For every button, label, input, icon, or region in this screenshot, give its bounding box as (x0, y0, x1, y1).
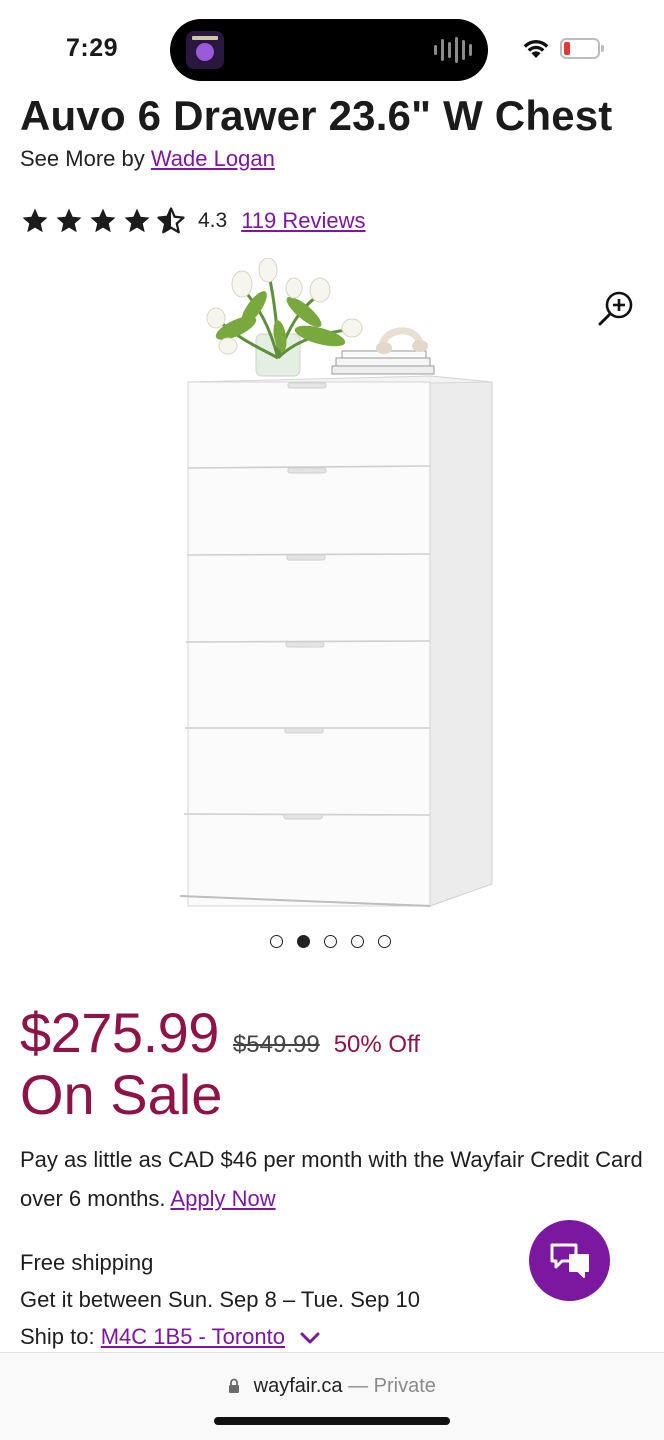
rating-value: 4.3 (198, 209, 228, 232)
now-playing-artwork (186, 31, 224, 69)
star-half-icon (157, 207, 185, 234)
original-price: $549.99 (232, 1031, 320, 1058)
status-time: 7:29 (66, 34, 119, 62)
ship-to-row: Ship to: M4C 1B5 - Toronto (20, 1318, 420, 1355)
zoom-in-icon[interactable] (596, 288, 636, 328)
chat-button[interactable] (529, 1220, 610, 1301)
carousel-dot[interactable] (378, 935, 391, 948)
free-shipping-label: Free shipping (20, 1250, 154, 1275)
on-sale-label: On Sale (20, 1063, 223, 1126)
browser-url-bar[interactable]: wayfair.ca — Private (0, 1352, 664, 1440)
carousel-dot-active[interactable] (297, 935, 310, 948)
status-bar: 7:29 (0, 0, 664, 96)
discount-label: 50% Off (333, 1031, 420, 1058)
star-rating (20, 206, 186, 236)
brand-link[interactable]: Wade Logan (151, 146, 275, 171)
url-domain: wayfair.ca (253, 1375, 343, 1397)
star-full-icon (90, 208, 116, 233)
dynamic-island[interactable] (170, 19, 488, 81)
star-full-icon (56, 208, 82, 233)
apply-now-link[interactable]: Apply Now (170, 1186, 275, 1211)
price-row: $275.99 $549.99 50% Off (20, 1000, 420, 1065)
star-full-icon (124, 208, 150, 233)
audio-waveform-icon (434, 36, 472, 64)
sale-price: $275.99 (20, 1001, 219, 1064)
image-carousel-dots (270, 935, 391, 948)
carousel-dot[interactable] (270, 935, 283, 948)
reviews-link[interactable]: 119 Reviews (241, 208, 365, 234)
chevron-down-icon[interactable] (299, 1331, 321, 1345)
credit-offer: Pay as little as CAD $46 per month with … (20, 1140, 650, 1218)
carousel-dot[interactable] (351, 935, 364, 948)
shipping-info: Free shipping Get it between Sun. Sep 8 … (20, 1244, 420, 1355)
chest-of-drawers (179, 375, 493, 907)
home-indicator[interactable] (214, 1417, 450, 1425)
battery-icon (560, 38, 604, 59)
brand-byline: See More by Wade Logan (20, 146, 275, 172)
ship-to-location-link[interactable]: M4C 1B5 - Toronto (101, 1324, 285, 1349)
delivery-estimate: Get it between Sun. Sep 8 – Tue. Sep 10 (20, 1287, 420, 1312)
chat-icon (550, 1243, 589, 1278)
url-display[interactable]: wayfair.ca — Private (0, 1375, 664, 1398)
lock-icon (229, 1378, 240, 1393)
ship-to-label: Ship to: (20, 1324, 95, 1349)
books-decor (331, 327, 435, 375)
product-image[interactable] (170, 258, 510, 918)
rating-row: 4.3 119 Reviews (20, 204, 366, 238)
credit-text: Pay as little as CAD $46 per month with … (20, 1147, 643, 1211)
product-title: Auvo 6 Drawer 23.6" W Chest (20, 92, 613, 139)
carousel-dot[interactable] (324, 935, 337, 948)
private-mode-label: — Private (348, 1375, 436, 1397)
see-more-label: See More by (20, 146, 145, 171)
star-full-icon (22, 208, 48, 233)
wifi-icon (523, 40, 549, 58)
